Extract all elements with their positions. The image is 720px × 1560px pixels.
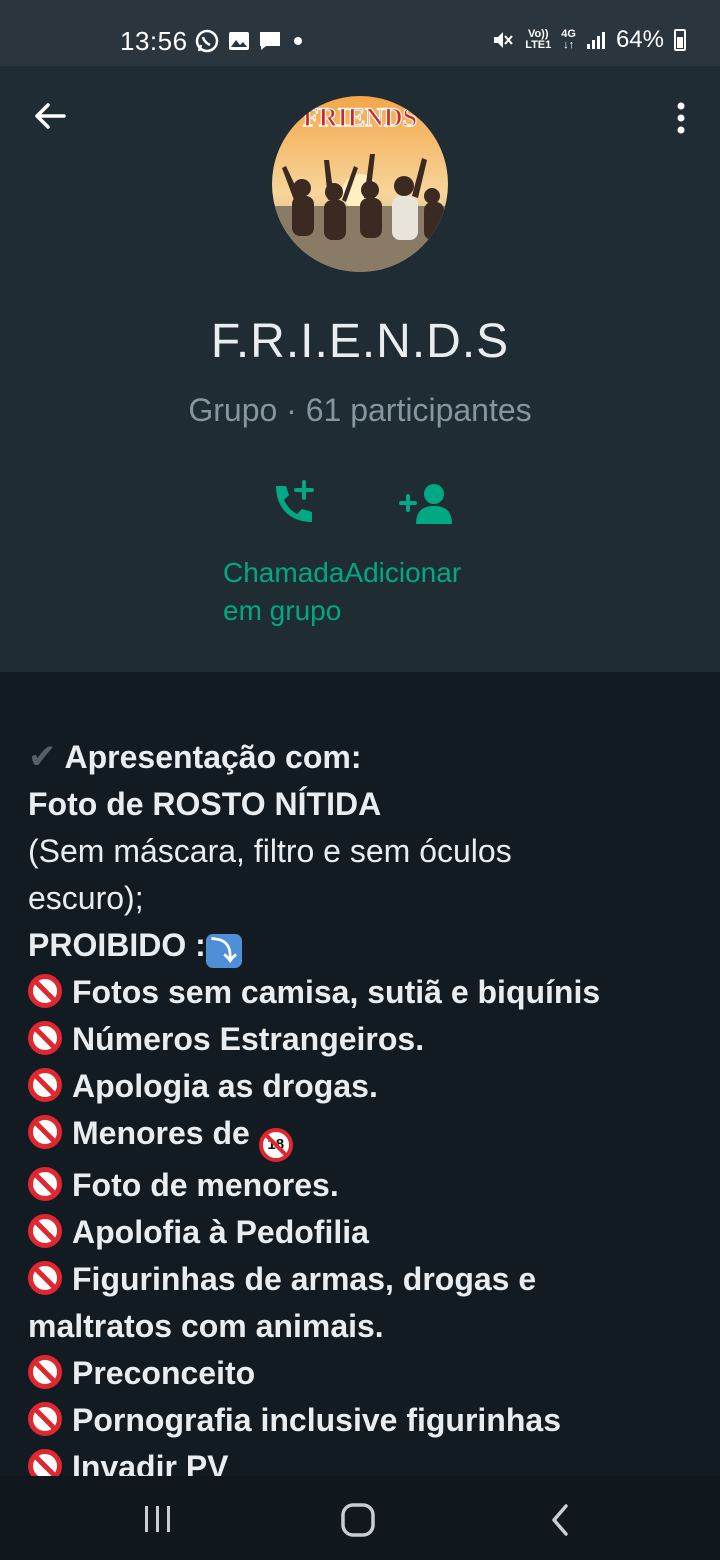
- check-mark-icon: ✔: [28, 738, 57, 776]
- prohibited-icon: [28, 1261, 62, 1295]
- desc-line: Apolofia à Pedofilia: [28, 1209, 688, 1256]
- network-type: 4G ↓↑: [561, 28, 576, 51]
- group-avatar[interactable]: FRIENDS: [272, 96, 448, 272]
- group-call-icon[interactable]: [268, 478, 320, 530]
- action-labels-line-1: ChamadaAdicionar: [223, 557, 462, 588]
- prohibited-icon: [28, 1115, 62, 1149]
- desc-line: Fotos sem camisa, sutiã e biquínis: [28, 969, 688, 1016]
- desc-line: Menores de 18: [28, 1110, 688, 1162]
- prohibited-icon: [28, 1449, 62, 1476]
- group-info-header: FRIENDS F.R.I.E.N.D.S Grupo · 61 partici…: [0, 66, 720, 672]
- no-under-18-icon: 18: [258, 1128, 293, 1162]
- recent-apps-icon[interactable]: [142, 1502, 174, 1536]
- prohibited-icon: [28, 1355, 62, 1389]
- more-options-icon[interactable]: [668, 98, 694, 138]
- add-participant-icon[interactable]: [398, 478, 454, 530]
- desc-line: PROIBIDO : ⤵: [28, 922, 688, 969]
- desc-line: Preconceito: [28, 1350, 688, 1397]
- prohibited-icon: [28, 1068, 62, 1102]
- arrow-down-icon: ⤵: [205, 934, 242, 968]
- prohibited-icon: [28, 1214, 62, 1248]
- action-labels[interactable]: ChamadaAdicionar em grupo: [223, 554, 523, 630]
- home-icon[interactable]: [340, 1502, 376, 1538]
- prohibited-icon: [28, 1402, 62, 1436]
- notification-icons: [194, 28, 306, 54]
- system-status: Vo)) LTE1 4G ↓↑ 64%: [491, 26, 686, 54]
- more-notifications-icon: [294, 37, 302, 45]
- battery-percent: 64%: [615, 26, 664, 53]
- battery-icon: [674, 29, 686, 51]
- desc-line: Foto de ROSTO NÍTIDA: [28, 786, 382, 822]
- desc-line: Apologia as drogas.: [28, 1063, 688, 1110]
- status-bar: 13:56 Vo)) LTE1 4G ↓↑ 64%: [0, 0, 720, 66]
- whatsapp-icon: [195, 29, 219, 53]
- status-time: 13:56: [120, 26, 188, 56]
- group-description: ✔ Apresentação com: Foto de ROSTO NÍTIDA …: [0, 694, 720, 1476]
- back-nav-icon[interactable]: [546, 1502, 574, 1538]
- desc-line: escuro);: [28, 880, 144, 916]
- svg-text:FRIENDS: FRIENDS: [303, 103, 417, 132]
- desc-line: Invadir PV: [28, 1444, 688, 1476]
- mute-icon: [494, 32, 513, 48]
- back-arrow-icon[interactable]: [30, 96, 70, 136]
- prohibited-icon: [28, 1021, 62, 1055]
- desc-line: Pornografia inclusive figurinhas: [28, 1397, 688, 1444]
- gallery-icon: [229, 32, 249, 50]
- system-nav-bar: [0, 1476, 720, 1560]
- group-photo: FRIENDS: [272, 96, 448, 272]
- desc-line: ✔ Apresentação com:: [28, 738, 362, 776]
- group-name[interactable]: F.R.I.E.N.D.S: [0, 314, 720, 369]
- prohibited-icon: [28, 1167, 62, 1201]
- desc-line: Figurinhas de armas, drogas e: [28, 1256, 688, 1303]
- group-participants: Grupo · 61 participantes: [188, 392, 532, 428]
- desc-line: Números Estrangeiros.: [28, 1016, 688, 1063]
- desc-line: Foto de menores.: [28, 1162, 688, 1209]
- desc-line: maltratos com animais.: [28, 1308, 384, 1344]
- signal-icon: [586, 32, 605, 49]
- desc-line: (Sem máscara, filtro e sem óculos: [28, 833, 512, 869]
- message-icon: [260, 32, 280, 50]
- prohibited-icon: [28, 974, 62, 1008]
- action-labels-line-2: em grupo: [223, 595, 342, 626]
- volte-indicator: Vo)) LTE1: [525, 28, 552, 51]
